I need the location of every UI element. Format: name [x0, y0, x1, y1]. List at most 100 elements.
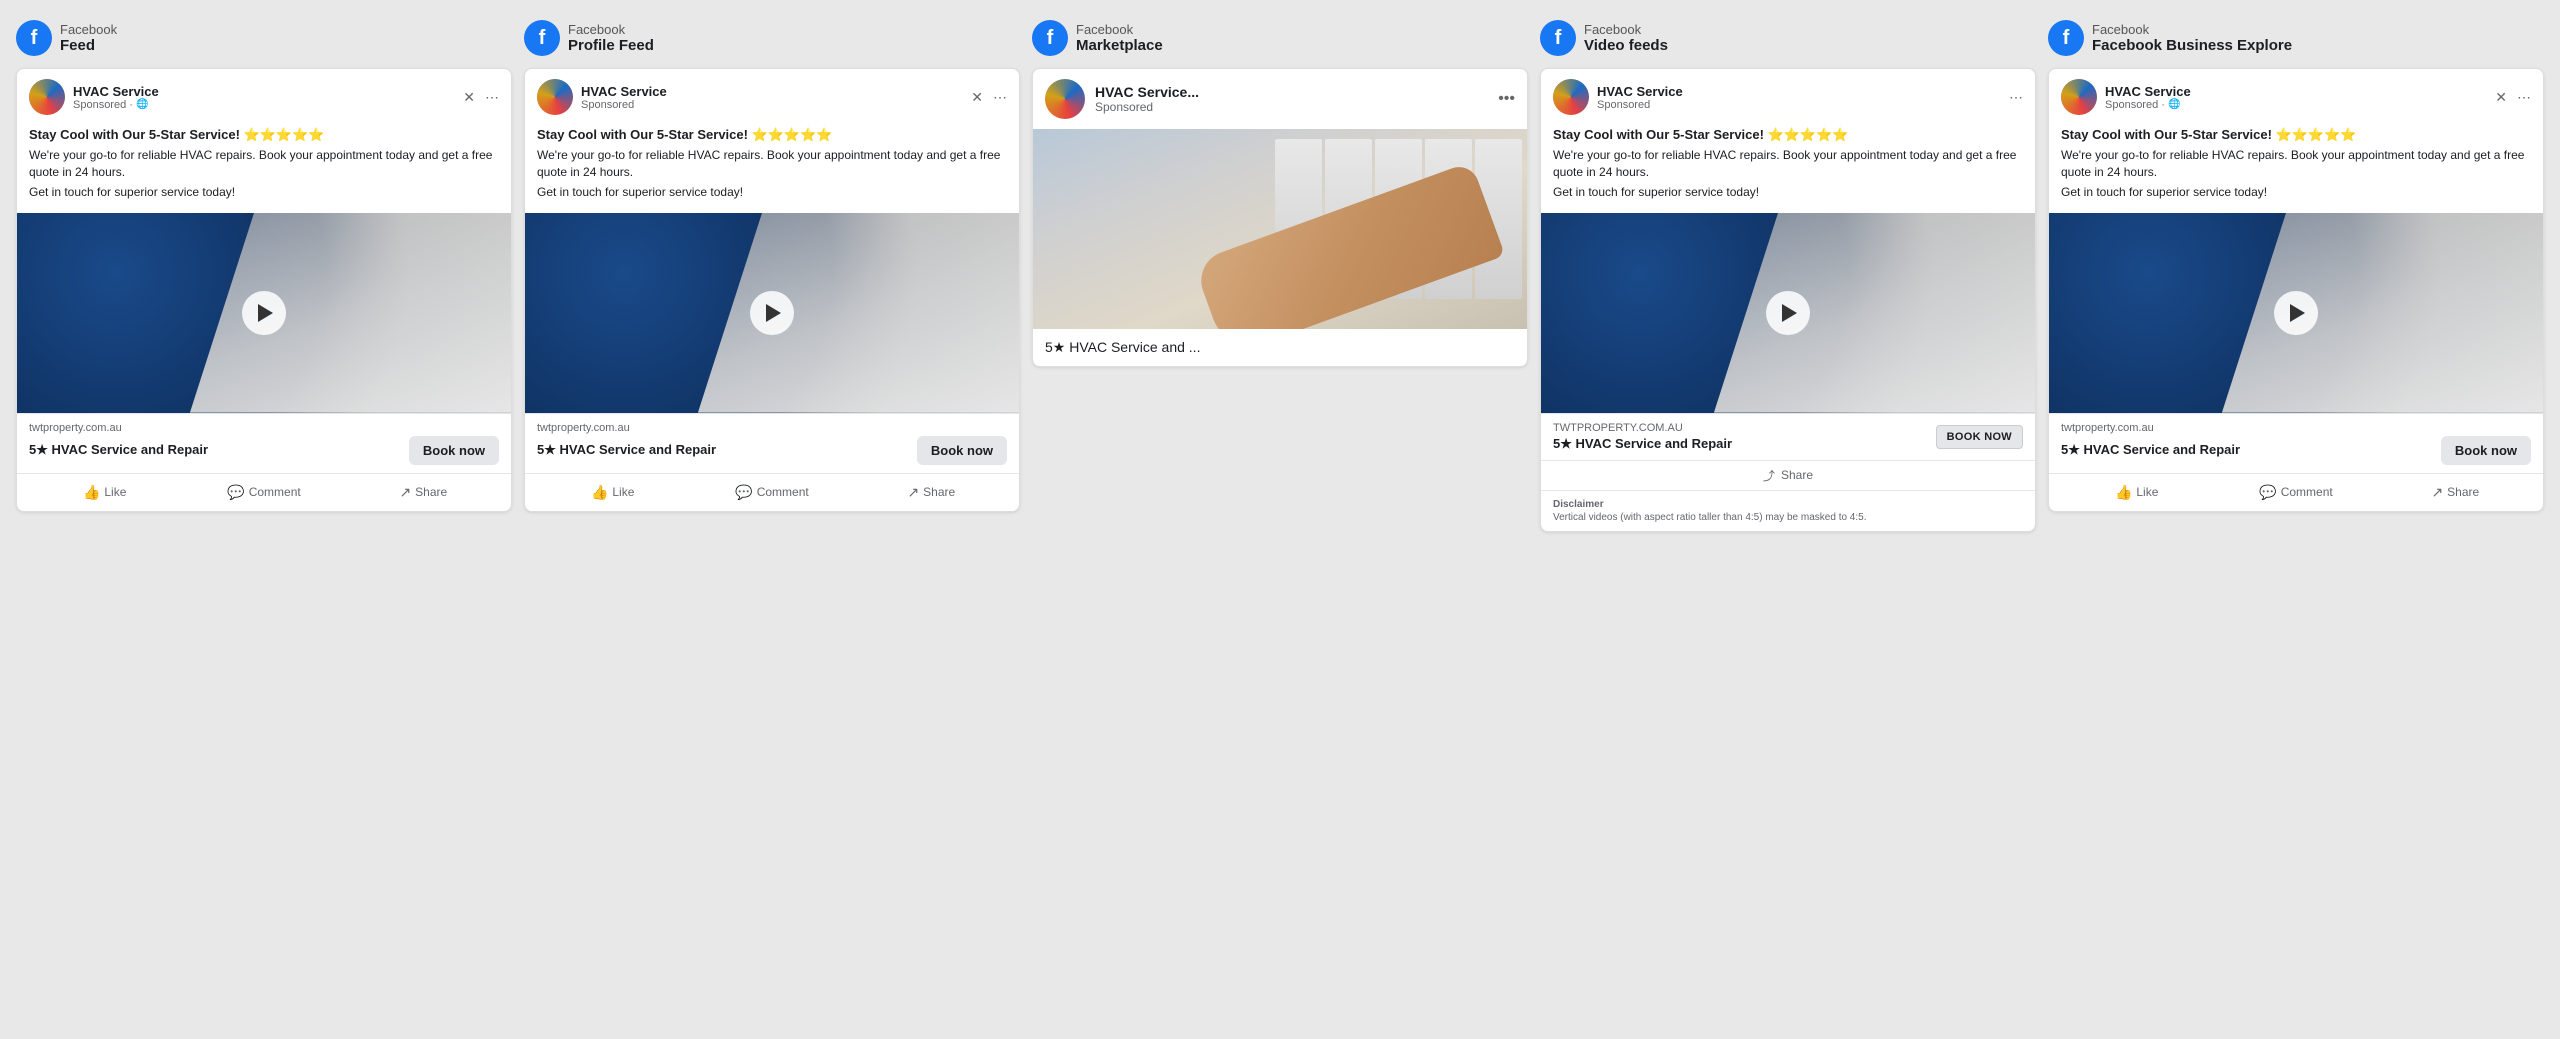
sponsored-label: Sponsored — [1597, 99, 2001, 111]
ad-footer: twtproperty.com.au 5★ HVAC Service and R… — [17, 413, 511, 473]
service-name: 5★ HVAC Service and Repair — [537, 442, 909, 458]
ad-body: Stay Cool with Our 5-Star Service! ⭐⭐⭐⭐⭐… — [17, 121, 511, 213]
cta-button[interactable]: Book now — [409, 436, 499, 465]
play-button[interactable] — [1766, 291, 1810, 335]
advertiser-info: HVAC Service Sponsored — [1597, 84, 2001, 111]
close-icon[interactable]: ✕ — [463, 89, 475, 106]
placement-name: Feed — [60, 37, 117, 54]
disclaimer-text: Vertical videos (with aspect ratio talle… — [1553, 512, 2023, 523]
ad-url: TWTPROPERTY.COM.AU — [1553, 422, 1928, 434]
placement-name: Profile Feed — [568, 37, 654, 54]
ad-url: twtproperty.com.au — [537, 422, 1007, 434]
ad-header: HVAC Service Sponsored ⋯ — [1541, 69, 2035, 121]
placement-facebook-business-explore: f Facebook Facebook Business Explore HVA… — [2048, 16, 2544, 512]
play-icon — [1782, 304, 1797, 322]
ad-header: HVAC Service Sponsored ✕ ⋯ — [525, 69, 1019, 121]
more-icon[interactable]: ⋯ — [2009, 89, 2023, 106]
video-cta-row: TWTPROPERTY.COM.AU 5★ HVAC Service and R… — [1541, 413, 2035, 460]
comment-label: Comment — [2281, 485, 2333, 499]
marketplace-image[interactable] — [1033, 129, 1527, 329]
sponsored-label: Sponsored — [581, 99, 963, 111]
placement-facebook-feed: f Facebook Feed HVAC Service Sponsored ·… — [16, 16, 512, 512]
avatar — [1553, 79, 1589, 115]
advertiser-name: HVAC Service — [2105, 84, 2487, 99]
comment-icon: 💬 — [2259, 484, 2276, 501]
play-icon — [766, 304, 781, 322]
placement-name: Facebook Business Explore — [2092, 37, 2292, 54]
placement-header-marketplace: f Facebook Marketplace — [1032, 16, 1163, 60]
comment-button[interactable]: 💬 Comment — [692, 478, 851, 507]
close-icon[interactable]: ✕ — [2495, 89, 2507, 106]
ad-title: Stay Cool with Our 5-Star Service! ⭐⭐⭐⭐⭐ — [2061, 127, 2531, 143]
share-label: Share — [2447, 485, 2479, 499]
share-label: Share — [415, 485, 447, 499]
placement-title-video-feeds: Facebook Video feeds — [1584, 22, 1668, 54]
service-label: 5★ HVAC Service and ... — [1033, 329, 1527, 366]
ad-actions: 👍 Like 💬 Comment ↗ Share — [17, 473, 511, 511]
ad-cta-row: 5★ HVAC Service and Repair Book now — [29, 436, 499, 465]
service-name: 5★ HVAC Service and Repair — [2061, 442, 2433, 458]
ad-title: Stay Cool with Our 5-Star Service! ⭐⭐⭐⭐⭐ — [537, 127, 1007, 143]
ad-video-thumbnail[interactable] — [2049, 213, 2543, 413]
ad-card-business-explore: HVAC Service Sponsored · 🌐 ✕ ⋯ Stay Cool… — [2048, 68, 2544, 512]
like-button[interactable]: 👍 Like — [25, 478, 184, 507]
cta-button[interactable]: BOOK NOW — [1936, 425, 2023, 449]
more-icon[interactable]: ⋯ — [2517, 89, 2531, 106]
share-button[interactable]: ↗ Share — [344, 478, 503, 507]
ad-video-thumbnail[interactable] — [1541, 213, 2035, 413]
ad-card-feed: HVAC Service Sponsored · 🌐 ✕ ⋯ Stay Cool… — [16, 68, 512, 512]
placement-header-profile-feed: f Facebook Profile Feed — [524, 16, 654, 60]
avatar — [2061, 79, 2097, 115]
ad-video-thumbnail[interactable] — [525, 213, 1019, 413]
comment-button[interactable]: 💬 Comment — [2216, 478, 2375, 507]
play-button[interactable] — [2274, 291, 2318, 335]
placement-name: Video feeds — [1584, 37, 1668, 54]
close-icon[interactable]: ✕ — [971, 89, 983, 106]
fb-logo-marketplace: f — [1032, 20, 1068, 56]
share-icon: ↗ — [907, 484, 919, 501]
ad-title: Stay Cool with Our 5-Star Service! ⭐⭐⭐⭐⭐ — [29, 127, 499, 143]
cta-button[interactable]: Book now — [2441, 436, 2531, 465]
marketplace-card: HVAC Service... Sponsored ••• 5★ HVAC Se… — [1032, 68, 1528, 367]
ad-body: Stay Cool with Our 5-Star Service! ⭐⭐⭐⭐⭐… — [525, 121, 1019, 213]
placement-name: Marketplace — [1076, 37, 1163, 54]
ad-header: HVAC Service Sponsored · 🌐 ✕ ⋯ — [17, 69, 511, 121]
more-icon[interactable]: ⋯ — [485, 89, 499, 106]
ad-cta-text: Get in touch for superior service today! — [537, 185, 1007, 199]
platform-label: Facebook — [1584, 22, 1668, 37]
share-button[interactable]: ↗ Share — [2376, 478, 2535, 507]
advertiser-info: HVAC Service... Sponsored — [1095, 84, 1488, 114]
ad-cta-text: Get in touch for superior service today! — [1553, 185, 2023, 199]
share-row[interactable]: ⤴ Share — [1541, 460, 2035, 490]
like-button[interactable]: 👍 Like — [2057, 478, 2216, 507]
like-icon: 👍 — [591, 484, 608, 501]
ad-video-thumbnail[interactable] — [17, 213, 511, 413]
more-icon[interactable]: ⋯ — [993, 89, 1007, 106]
platform-label: Facebook — [568, 22, 654, 37]
play-button[interactable] — [242, 291, 286, 335]
comment-button[interactable]: 💬 Comment — [184, 478, 343, 507]
avatar — [537, 79, 573, 115]
disclaimer-title: Disclaimer — [1553, 499, 2023, 510]
more-icon[interactable]: ••• — [1498, 90, 1515, 108]
placement-title-feed: Facebook Feed — [60, 22, 117, 54]
advertiser-name: HVAC Service — [1597, 84, 2001, 99]
fb-logo-business-explore: f — [2048, 20, 2084, 56]
platform-label: Facebook — [60, 22, 117, 37]
placement-title-marketplace: Facebook Marketplace — [1076, 22, 1163, 54]
ad-description: We're your go-to for reliable HVAC repai… — [29, 147, 499, 181]
sponsored-label: Sponsored · 🌐 — [2105, 99, 2487, 111]
ad-url: twtproperty.com.au — [29, 422, 499, 434]
comment-icon: 💬 — [735, 484, 752, 501]
platform-label: Facebook — [1076, 22, 1163, 37]
advertiser-name: HVAC Service — [73, 84, 455, 99]
share-button[interactable]: ↗ Share — [852, 478, 1011, 507]
like-button[interactable]: 👍 Like — [533, 478, 692, 507]
header-actions: ✕ ⋯ — [971, 89, 1007, 106]
header-actions: ⋯ — [2009, 89, 2023, 106]
cta-button[interactable]: Book now — [917, 436, 1007, 465]
service-name: 5★ HVAC Service and Repair — [1553, 436, 1928, 452]
globe-icon: 🌐 — [136, 99, 148, 110]
play-button[interactable] — [750, 291, 794, 335]
advertiser-info: HVAC Service Sponsored · 🌐 — [73, 84, 455, 111]
